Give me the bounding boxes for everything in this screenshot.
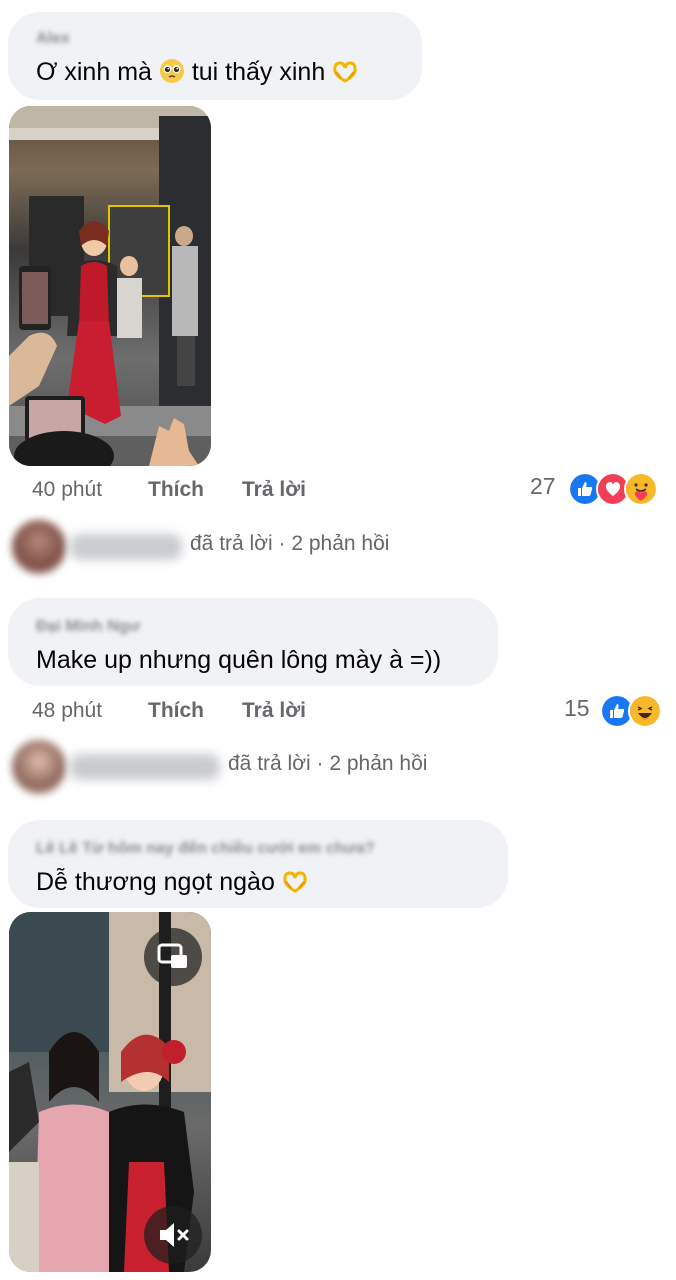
replied-text: đã trả lời (228, 752, 311, 775)
comment-time[interactable]: 40 phút (32, 478, 102, 502)
reply-button[interactable]: Trả lời (242, 478, 306, 502)
replies-link-1[interactable]: đã trả lời · 2 phản hồi (0, 520, 676, 576)
comment-photo-1[interactable] (9, 106, 211, 466)
comment-author[interactable]: Đại Minh Ngư (36, 618, 140, 636)
like-button[interactable]: Thích (148, 699, 204, 723)
reaction-summary-1[interactable]: 27 (524, 472, 664, 506)
comment-text: Dễ thương ngọt ngào (36, 868, 308, 897)
like-button[interactable]: Thích (148, 478, 204, 502)
picture-in-picture-button[interactable] (144, 928, 202, 986)
reaction-count: 27 (530, 473, 556, 499)
avatar (12, 740, 66, 794)
reply-author-name (70, 754, 220, 780)
reply-button[interactable]: Trả lời (242, 699, 306, 723)
care-reaction-icon (624, 472, 658, 506)
speaker-muted-icon (160, 1223, 189, 1247)
comment-text-part: tui thấy xinh (184, 58, 333, 86)
comment-author[interactable]: Lê Lê Từ hôm nay đến chiều cưới em chưa? (36, 840, 375, 858)
comment-text-part: Ơ xinh mà (36, 58, 159, 86)
haha-reaction-icon (628, 694, 662, 728)
comment-time[interactable]: 48 phút (32, 699, 102, 723)
comment-text: Ơ xinh mà tui thấy xinh (36, 58, 358, 87)
comment-bubble-1: Alex Ơ xinh mà tui thấy xinh (8, 12, 422, 100)
pleading-face-emoji-icon (159, 59, 184, 83)
comment-author[interactable]: Alex (36, 30, 70, 48)
reaction-count: 15 (564, 695, 590, 721)
separator-dot: · (316, 752, 324, 775)
comment-text-part: Dễ thương ngọt ngào (36, 868, 282, 896)
replied-text: đã trả lời (190, 532, 273, 555)
reaction-summary-2[interactable]: 15 (564, 694, 664, 728)
heart-hands-emoji-icon (283, 871, 307, 893)
comment-meta-1: 40 phút Thích Trả lời (32, 478, 352, 508)
comment-bubble-3: Lê Lê Từ hôm nay đến chiều cưới em chưa?… (8, 820, 508, 908)
reply-count: 2 phản hồi (329, 752, 428, 775)
comment-text: Make up nhưng quên lông mày à =)) (36, 646, 442, 674)
replied-label: đã trả lời · 2 phản hồi (190, 532, 389, 556)
picture-in-picture-icon (157, 943, 187, 968)
reply-count: 2 phản hồi (291, 532, 390, 555)
avatar (12, 520, 66, 574)
comment-meta-2: 48 phút Thích Trả lời (32, 699, 352, 729)
comment-video[interactable] (9, 912, 211, 1272)
separator-dot: · (278, 532, 286, 555)
replies-link-2[interactable]: đã trả lời · 2 phản hồi (0, 740, 676, 796)
reply-author-name (70, 534, 182, 560)
replied-label: đã trả lời · 2 phản hồi (228, 752, 427, 776)
heart-hands-emoji-icon (333, 61, 357, 83)
mute-button[interactable] (144, 1206, 202, 1264)
photo-scene (9, 106, 211, 466)
comment-bubble-2: Đại Minh Ngư Make up nhưng quên lông mày… (8, 598, 498, 686)
